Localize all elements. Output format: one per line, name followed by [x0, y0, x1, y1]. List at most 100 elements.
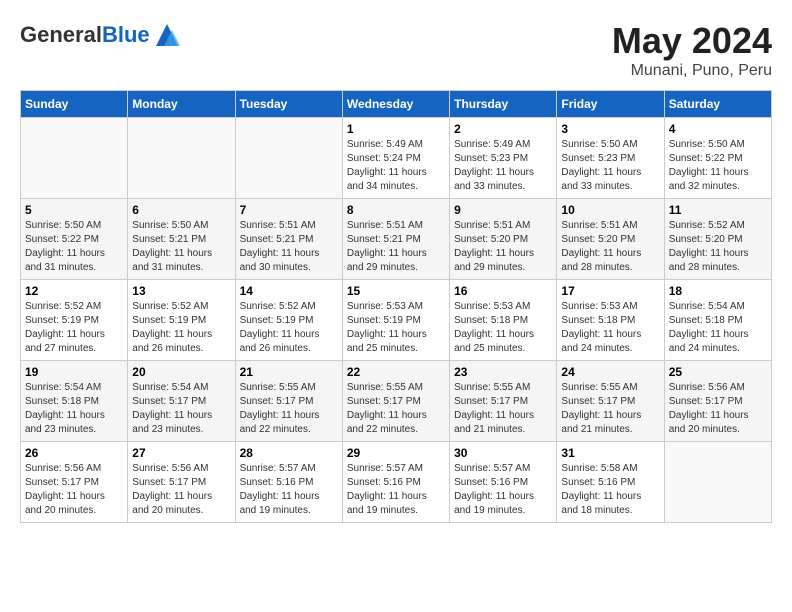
calendar-table: SundayMondayTuesdayWednesdayThursdayFrid… — [20, 90, 772, 523]
calendar-cell: 9 Sunrise: 5:51 AMSunset: 5:20 PMDaylight… — [450, 199, 557, 280]
day-number: 29 — [347, 446, 445, 460]
calendar-cell: 10 Sunrise: 5:51 AMSunset: 5:20 PMDayligh… — [557, 199, 664, 280]
day-number: 4 — [669, 122, 767, 136]
calendar-cell: 18 Sunrise: 5:54 AMSunset: 5:18 PMDayligh… — [664, 280, 771, 361]
day-info: Sunrise: 5:54 AMSunset: 5:18 PMDaylight:… — [669, 300, 767, 356]
day-info: Sunrise: 5:55 AMSunset: 5:17 PMDaylight:… — [347, 381, 445, 437]
weekday-header-friday: Friday — [557, 91, 664, 118]
day-number: 24 — [561, 365, 659, 379]
day-number: 11 — [669, 203, 767, 217]
calendar-cell: 5 Sunrise: 5:50 AMSunset: 5:22 PMDaylight… — [21, 199, 128, 280]
weekday-header-monday: Monday — [128, 91, 235, 118]
day-number: 10 — [561, 203, 659, 217]
day-info: Sunrise: 5:50 AMSunset: 5:23 PMDaylight:… — [561, 138, 659, 194]
calendar-cell: 29 Sunrise: 5:57 AMSunset: 5:16 PMDayligh… — [342, 442, 449, 523]
day-info: Sunrise: 5:56 AMSunset: 5:17 PMDaylight:… — [669, 381, 767, 437]
weekday-header-tuesday: Tuesday — [235, 91, 342, 118]
calendar-cell — [664, 442, 771, 523]
weekday-header-row: SundayMondayTuesdayWednesdayThursdayFrid… — [21, 91, 772, 118]
day-info: Sunrise: 5:53 AMSunset: 5:18 PMDaylight:… — [454, 300, 552, 356]
day-info: Sunrise: 5:53 AMSunset: 5:19 PMDaylight:… — [347, 300, 445, 356]
day-info: Sunrise: 5:50 AMSunset: 5:22 PMDaylight:… — [25, 219, 123, 275]
day-number: 27 — [132, 446, 230, 460]
calendar-cell: 28 Sunrise: 5:57 AMSunset: 5:16 PMDayligh… — [235, 442, 342, 523]
calendar-cell: 15Sunrise: 5:53 AMSunset: 5:19 PMDayligh… — [342, 280, 449, 361]
day-info: Sunrise: 5:51 AMSunset: 5:20 PMDaylight:… — [561, 219, 659, 275]
day-number: 1 — [347, 122, 445, 136]
day-info: Sunrise: 5:54 AMSunset: 5:17 PMDaylight:… — [132, 381, 230, 437]
calendar-cell — [21, 118, 128, 199]
logo-blue: Blue — [102, 22, 150, 47]
day-number: 28 — [240, 446, 338, 460]
weekday-header-saturday: Saturday — [664, 91, 771, 118]
calendar-cell: 20 Sunrise: 5:54 AMSunset: 5:17 PMDayligh… — [128, 361, 235, 442]
title-block: May 2024 Munani, Puno, Peru — [612, 20, 772, 80]
day-info: Sunrise: 5:49 AMSunset: 5:23 PMDaylight:… — [454, 138, 552, 194]
page-header: GeneralBlue May 2024 Munani, Puno, Peru — [20, 20, 772, 80]
calendar-cell: 1 Sunrise: 5:49 AMSunset: 5:24 PMDaylight… — [342, 118, 449, 199]
day-number: 25 — [669, 365, 767, 379]
day-number: 6 — [132, 203, 230, 217]
calendar-cell: 17 Sunrise: 5:53 AMSunset: 5:18 PMDayligh… — [557, 280, 664, 361]
calendar-cell: 19 Sunrise: 5:54 AMSunset: 5:18 PMDayligh… — [21, 361, 128, 442]
calendar-cell: 4 Sunrise: 5:50 AMSunset: 5:22 PMDaylight… — [664, 118, 771, 199]
day-info: Sunrise: 5:50 AMSunset: 5:22 PMDaylight:… — [669, 138, 767, 194]
calendar-cell: 25 Sunrise: 5:56 AMSunset: 5:17 PMDayligh… — [664, 361, 771, 442]
day-info: Sunrise: 5:55 AMSunset: 5:17 PMDaylight:… — [240, 381, 338, 437]
day-number: 17 — [561, 284, 659, 298]
day-info: Sunrise: 5:51 AMSunset: 5:21 PMDaylight:… — [347, 219, 445, 275]
day-info: Sunrise: 5:53 AMSunset: 5:18 PMDaylight:… — [561, 300, 659, 356]
calendar-week-row: 1 Sunrise: 5:49 AMSunset: 5:24 PMDaylight… — [21, 118, 772, 199]
day-info: Sunrise: 5:56 AMSunset: 5:17 PMDaylight:… — [132, 462, 230, 518]
day-number: 23 — [454, 365, 552, 379]
calendar-cell — [128, 118, 235, 199]
day-info: Sunrise: 5:54 AMSunset: 5:18 PMDaylight:… — [25, 381, 123, 437]
calendar-cell: 30 Sunrise: 5:57 AMSunset: 5:16 PMDayligh… — [450, 442, 557, 523]
day-number: 2 — [454, 122, 552, 136]
calendar-cell: 2 Sunrise: 5:49 AMSunset: 5:23 PMDaylight… — [450, 118, 557, 199]
day-number: 14 — [240, 284, 338, 298]
day-info: Sunrise: 5:51 AMSunset: 5:21 PMDaylight:… — [240, 219, 338, 275]
calendar-cell: 14 Sunrise: 5:52 AMSunset: 5:19 PMDayligh… — [235, 280, 342, 361]
day-info: Sunrise: 5:51 AMSunset: 5:20 PMDaylight:… — [454, 219, 552, 275]
day-number: 26 — [25, 446, 123, 460]
day-number: 19 — [25, 365, 123, 379]
day-number: 31 — [561, 446, 659, 460]
day-number: 13 — [132, 284, 230, 298]
day-number: 20 — [132, 365, 230, 379]
weekday-header-thursday: Thursday — [450, 91, 557, 118]
day-number: 21 — [240, 365, 338, 379]
day-info: Sunrise: 5:52 AMSunset: 5:19 PMDaylight:… — [132, 300, 230, 356]
day-info: Sunrise: 5:52 AMSunset: 5:20 PMDaylight:… — [669, 219, 767, 275]
day-info: Sunrise: 5:57 AMSunset: 5:16 PMDaylight:… — [240, 462, 338, 518]
day-info: Sunrise: 5:50 AMSunset: 5:21 PMDaylight:… — [132, 219, 230, 275]
weekday-header-sunday: Sunday — [21, 91, 128, 118]
calendar-cell: 24Sunrise: 5:55 AMSunset: 5:17 PMDayligh… — [557, 361, 664, 442]
day-info: Sunrise: 5:56 AMSunset: 5:17 PMDaylight:… — [25, 462, 123, 518]
calendar-week-row: 5 Sunrise: 5:50 AMSunset: 5:22 PMDaylight… — [21, 199, 772, 280]
day-number: 18 — [669, 284, 767, 298]
calendar-cell: 27 Sunrise: 5:56 AMSunset: 5:17 PMDayligh… — [128, 442, 235, 523]
day-info: Sunrise: 5:57 AMSunset: 5:16 PMDaylight:… — [347, 462, 445, 518]
calendar-cell: 21 Sunrise: 5:55 AMSunset: 5:17 PMDayligh… — [235, 361, 342, 442]
day-info: Sunrise: 5:52 AMSunset: 5:19 PMDaylight:… — [240, 300, 338, 356]
day-number: 9 — [454, 203, 552, 217]
calendar-cell: 11 Sunrise: 5:52 AMSunset: 5:20 PMDayligh… — [664, 199, 771, 280]
calendar-cell: 13 Sunrise: 5:52 AMSunset: 5:19 PMDayligh… — [128, 280, 235, 361]
calendar-week-row: 19 Sunrise: 5:54 AMSunset: 5:18 PMDayligh… — [21, 361, 772, 442]
weekday-header-wednesday: Wednesday — [342, 91, 449, 118]
calendar-cell: 31 Sunrise: 5:58 AMSunset: 5:16 PMDayligh… — [557, 442, 664, 523]
day-info: Sunrise: 5:55 AMSunset: 5:17 PMDaylight:… — [454, 381, 552, 437]
day-number: 5 — [25, 203, 123, 217]
day-number: 12 — [25, 284, 123, 298]
logo-general: General — [20, 22, 102, 47]
calendar-cell: 23 Sunrise: 5:55 AMSunset: 5:17 PMDayligh… — [450, 361, 557, 442]
day-info: Sunrise: 5:49 AMSunset: 5:24 PMDaylight:… — [347, 138, 445, 194]
day-info: Sunrise: 5:58 AMSunset: 5:16 PMDaylight:… — [561, 462, 659, 518]
day-number: 8 — [347, 203, 445, 217]
calendar-week-row: 12 Sunrise: 5:52 AMSunset: 5:19 PMDayligh… — [21, 280, 772, 361]
logo: GeneralBlue — [20, 20, 182, 50]
day-number: 30 — [454, 446, 552, 460]
calendar-cell: 7Sunrise: 5:51 AMSunset: 5:21 PMDaylight… — [235, 199, 342, 280]
day-info: Sunrise: 5:57 AMSunset: 5:16 PMDaylight:… — [454, 462, 552, 518]
